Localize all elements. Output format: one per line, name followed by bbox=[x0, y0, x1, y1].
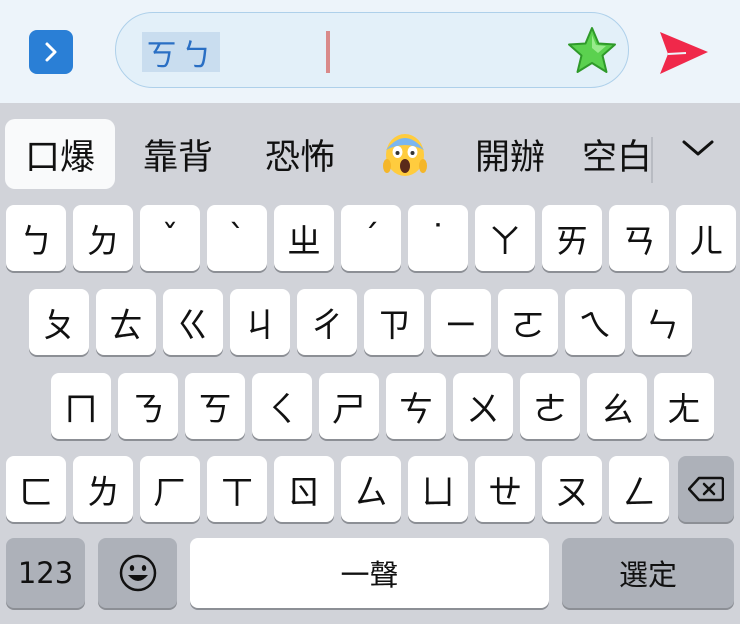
key[interactable]: ㄆ bbox=[29, 289, 89, 355]
key[interactable]: ㄊ bbox=[96, 289, 156, 355]
sticker-button[interactable] bbox=[564, 23, 620, 79]
key[interactable]: ㄌ bbox=[73, 456, 133, 522]
candidate-item[interactable]: 靠背 bbox=[126, 119, 230, 189]
select-key[interactable]: 選定 bbox=[562, 538, 734, 608]
key[interactable]: ㄐ bbox=[230, 289, 290, 355]
key[interactable]: ㄛ bbox=[498, 289, 558, 355]
candidate-divider bbox=[651, 137, 653, 183]
key[interactable]: ㄧ bbox=[431, 289, 491, 355]
send-button[interactable] bbox=[656, 26, 712, 82]
key[interactable]: ㄘ bbox=[386, 373, 446, 439]
delete-key[interactable] bbox=[678, 456, 734, 522]
composing-text: ㄎㄅ bbox=[142, 32, 220, 74]
key[interactable]: ㄍ bbox=[163, 289, 223, 355]
message-input[interactable]: ㄎㄅ bbox=[115, 12, 629, 88]
composer-bar: ㄎㄅ bbox=[0, 0, 740, 103]
green-star-icon bbox=[568, 27, 616, 73]
candidate-item[interactable]: 開辦 bbox=[458, 119, 562, 189]
key[interactable]: ㄓ bbox=[274, 205, 334, 271]
backspace-icon bbox=[688, 476, 724, 502]
key[interactable]: ㄚ bbox=[475, 205, 535, 271]
key[interactable]: ㄅ bbox=[6, 205, 66, 271]
key[interactable]: ㄞ bbox=[542, 205, 602, 271]
key[interactable]: ㄤ bbox=[654, 373, 714, 439]
key[interactable]: ㄣ bbox=[632, 289, 692, 355]
key[interactable]: ㄋ bbox=[118, 373, 178, 439]
space-key[interactable]: 一聲 bbox=[190, 538, 549, 608]
key[interactable]: ˋ bbox=[207, 205, 267, 271]
candidate-list: 口爆 靠背 恐怖 開辦 空白 bbox=[0, 103, 651, 203]
key[interactable]: ㄨ bbox=[453, 373, 513, 439]
key[interactable]: ˇ bbox=[140, 205, 200, 271]
expand-button[interactable] bbox=[29, 30, 73, 74]
key[interactable]: ˙ bbox=[408, 205, 468, 271]
key[interactable]: ㄇ bbox=[51, 373, 111, 439]
key[interactable]: ㄏ bbox=[140, 456, 200, 522]
key[interactable]: ㄩ bbox=[408, 456, 468, 522]
key[interactable]: ㄔ bbox=[297, 289, 357, 355]
candidate-item[interactable]: 空白 bbox=[582, 119, 651, 189]
key[interactable]: ㄕ bbox=[319, 373, 379, 439]
candidate-item[interactable]: 口爆 bbox=[5, 119, 115, 189]
numbers-key[interactable]: 123 bbox=[6, 538, 85, 608]
candidate-emoji[interactable] bbox=[375, 119, 435, 189]
key[interactable]: ㄦ bbox=[676, 205, 736, 271]
key[interactable]: ㄒ bbox=[207, 456, 267, 522]
chevron-down-icon bbox=[682, 140, 714, 156]
key[interactable]: ˊ bbox=[341, 205, 401, 271]
emoji-key[interactable] bbox=[98, 538, 177, 608]
key[interactable]: ㄑ bbox=[252, 373, 312, 439]
chevron-right-icon bbox=[45, 42, 57, 62]
key[interactable]: ㄥ bbox=[609, 456, 669, 522]
key[interactable]: ㄠ bbox=[587, 373, 647, 439]
key[interactable]: ㄎ bbox=[185, 373, 245, 439]
more-candidates-button[interactable] bbox=[672, 123, 724, 173]
key[interactable]: ㄢ bbox=[609, 205, 669, 271]
key[interactable]: ㄉ bbox=[73, 205, 133, 271]
key[interactable]: ㄗ bbox=[364, 289, 424, 355]
key[interactable]: ㄟ bbox=[565, 289, 625, 355]
key[interactable]: ㄖ bbox=[274, 456, 334, 522]
send-arrow-icon bbox=[660, 32, 708, 74]
key[interactable]: ㄈ bbox=[6, 456, 66, 522]
emoji-face-icon bbox=[119, 554, 156, 592]
candidate-bar: 口爆 靠背 恐怖 開辦 空白 bbox=[0, 103, 740, 203]
key[interactable]: ㄜ bbox=[520, 373, 580, 439]
candidate-item[interactable]: 恐怖 bbox=[248, 119, 352, 189]
key[interactable]: ㄡ bbox=[542, 456, 602, 522]
screaming-face-icon bbox=[383, 134, 427, 176]
key[interactable]: ㄝ bbox=[475, 456, 535, 522]
text-cursor bbox=[326, 31, 330, 73]
key[interactable]: ㄙ bbox=[341, 456, 401, 522]
